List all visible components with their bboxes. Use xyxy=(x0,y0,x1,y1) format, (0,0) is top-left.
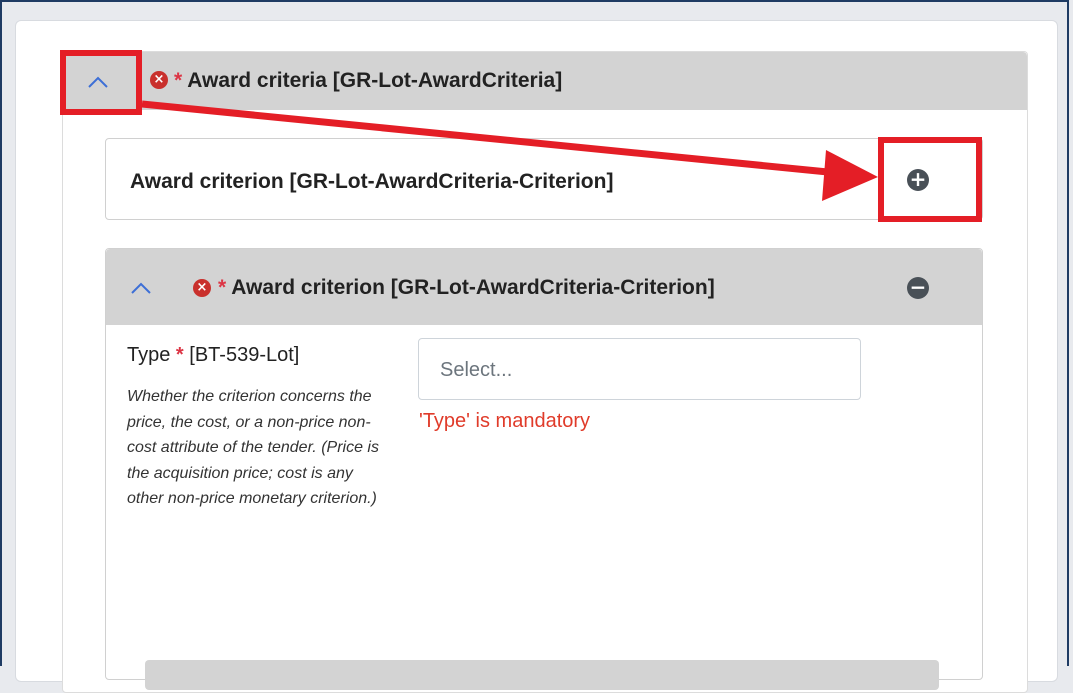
annotation-arrow xyxy=(141,100,878,201)
